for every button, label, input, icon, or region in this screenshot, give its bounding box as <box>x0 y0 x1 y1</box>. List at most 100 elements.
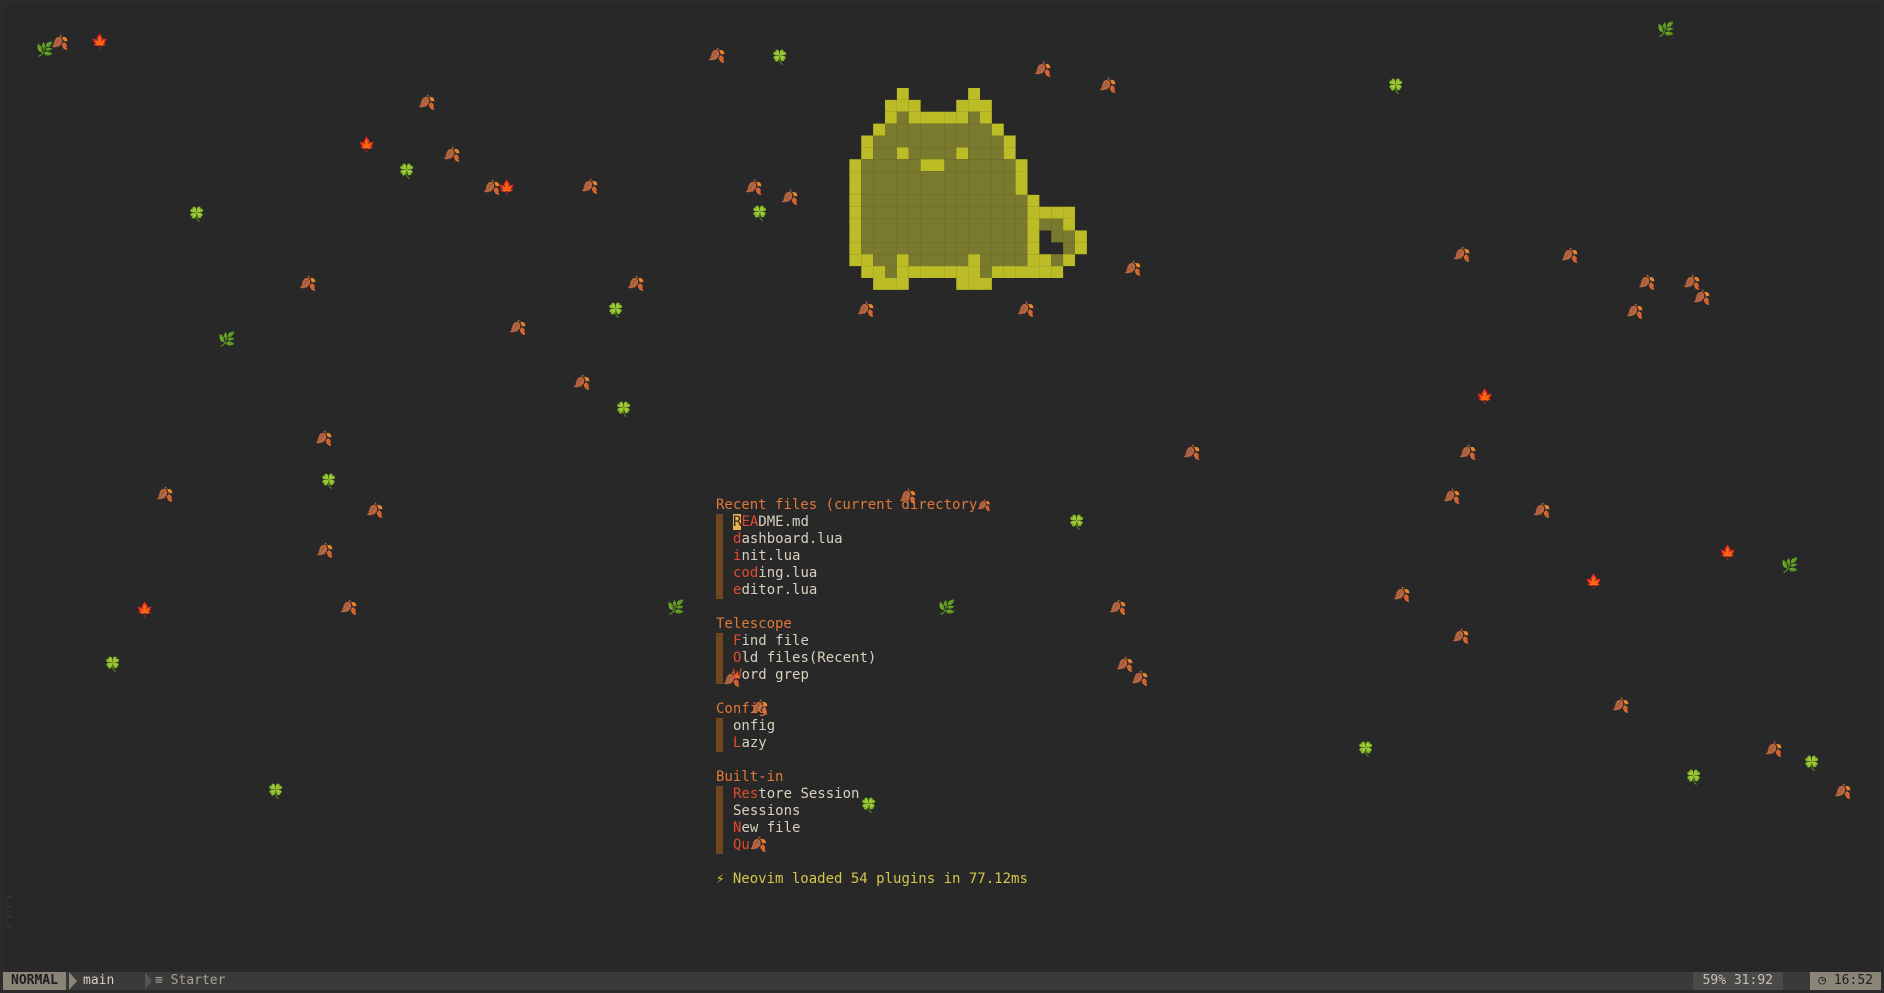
item-shortcut: Res <box>733 786 759 802</box>
cat-pixel <box>861 194 874 207</box>
dashboard-item[interactable]: Lazy <box>716 735 1028 752</box>
cat-pixel <box>1074 230 1087 243</box>
cat-pixel <box>873 123 886 136</box>
leaf-icon: 🍂 <box>573 375 591 391</box>
cat-pixel <box>991 254 1004 267</box>
leaf-icon: 🍁 <box>136 602 154 618</box>
cat-pixel <box>896 159 909 172</box>
item-label: DME.md <box>758 514 809 530</box>
item-indicator <box>716 735 723 752</box>
cat-pixel <box>849 242 862 255</box>
dashboard-item[interactable]: Word grep <box>716 667 1028 684</box>
cat-pixel <box>896 88 909 100</box>
leaf-icon: 🍂 <box>299 276 317 292</box>
cat-pixel <box>1003 147 1016 160</box>
cat-pixel <box>980 254 992 267</box>
cat-pixel <box>1015 242 1028 255</box>
cat-pixel <box>908 123 921 136</box>
file-icon: ≡ <box>155 973 163 988</box>
item-label: Sessions <box>733 803 801 819</box>
cat-pixel <box>849 218 862 231</box>
leaf-icon: 🍂 <box>977 499 991 512</box>
cat-pixel <box>849 194 862 207</box>
cat-pixel <box>1015 171 1028 183</box>
cat-pixel <box>908 182 921 195</box>
cat-pixel <box>1015 230 1028 243</box>
cat-pixel <box>944 135 957 148</box>
cat-pixel <box>1063 218 1075 231</box>
cat-pixel <box>1027 266 1040 278</box>
cat-pixel <box>873 135 886 148</box>
cat-pixel <box>944 230 957 243</box>
cat-pixel <box>1027 218 1040 231</box>
cat-pixel <box>956 135 969 148</box>
cat-pixel <box>1039 218 1052 231</box>
leaf-icon: 🍀 <box>607 303 625 319</box>
cat-pixel <box>956 99 969 112</box>
cursor-position: 59% 31:92 <box>1692 972 1783 990</box>
cat-pixel <box>968 194 980 207</box>
cat-pixel <box>896 277 909 290</box>
cat-pixel <box>932 218 945 231</box>
dashboard-item[interactable]: onfig <box>716 718 1028 735</box>
leaf-icon: 🍂 <box>1683 275 1701 291</box>
leaf-icon: 🍂 <box>1693 290 1711 306</box>
dashboard-item[interactable]: Qu🍂 <box>716 837 1028 854</box>
cat-pixel <box>944 254 957 267</box>
dashboard-item[interactable]: Old files(Recent) <box>716 650 1028 667</box>
item-label: ditor.lua <box>741 582 818 598</box>
cat-pixel <box>956 171 969 183</box>
git-branch-name: main <box>83 973 115 988</box>
item-shortcut: cod <box>733 565 759 581</box>
leaf-icon: 🍀 <box>188 207 206 223</box>
item-label: 🍂 <box>749 837 768 853</box>
cat-pixel <box>1051 230 1064 243</box>
cat-pixel <box>991 206 1004 219</box>
branch-separator <box>145 972 152 990</box>
leaf-icon: 🍀 <box>104 657 122 673</box>
leaf-icon: 🍂 <box>418 95 436 111</box>
statusline: NORMAL main ≡ Starter 59% 31:92 ◷ 16:52 <box>3 972 1881 990</box>
dashboard-item[interactable]: README.md <box>716 514 1028 531</box>
cat-pixel <box>920 182 933 195</box>
leaf-icon: 🍀 <box>267 784 285 800</box>
dashboard-item[interactable]: coding.lua <box>716 565 1028 582</box>
leaf-icon: 🍁 <box>91 34 109 50</box>
cat-pixel <box>873 218 886 231</box>
cat-pixel <box>932 135 945 148</box>
cat-pixel <box>1051 254 1064 267</box>
dashboard-item[interactable]: Find file <box>716 633 1028 650</box>
leaf-icon: 🍂 <box>1452 629 1470 645</box>
cat-pixel <box>932 254 945 267</box>
leaf-icon: 🍂 <box>1116 657 1134 673</box>
cat-pixel <box>956 194 969 207</box>
cat-pixel <box>968 206 980 219</box>
cat-pixel <box>980 230 992 243</box>
cat-pixel <box>920 266 933 278</box>
cat-pixel <box>861 266 874 278</box>
section-title: Recent files (current directory🍂 <box>716 497 1028 514</box>
cat-pixel <box>920 194 933 207</box>
cat-pixel <box>849 171 862 183</box>
dashboard-item[interactable]: New file <box>716 820 1028 837</box>
cat-pixel <box>980 182 992 195</box>
dashboard-item[interactable]: Restore Session <box>716 786 1028 803</box>
leaf-icon: 🍂 <box>316 543 334 559</box>
leaf-icon: 🍂 <box>1034 62 1052 78</box>
cat-pixel <box>849 230 862 243</box>
cat-pixel <box>968 123 980 136</box>
startup-text: Neovim loaded 54 plugins in 77.12ms <box>732 871 1028 887</box>
cat-pixel <box>885 218 897 231</box>
dashboard-item[interactable]: init.lua <box>716 548 1028 565</box>
leaf-icon: 🍂 <box>1453 247 1471 263</box>
empty-line-markers: ~ ~ ~ ~ <box>6 892 13 933</box>
dashboard-item[interactable]: editor.lua <box>716 582 1028 599</box>
item-indicator <box>716 650 723 667</box>
cat-pixel <box>980 242 992 255</box>
dashboard-item[interactable]: dashboard.lua <box>716 531 1028 548</box>
file-name: Starter <box>170 973 226 988</box>
cat-pixel <box>861 218 874 231</box>
cat-pixel <box>932 182 945 195</box>
dashboard-item[interactable]: Sessions <box>716 803 1028 820</box>
